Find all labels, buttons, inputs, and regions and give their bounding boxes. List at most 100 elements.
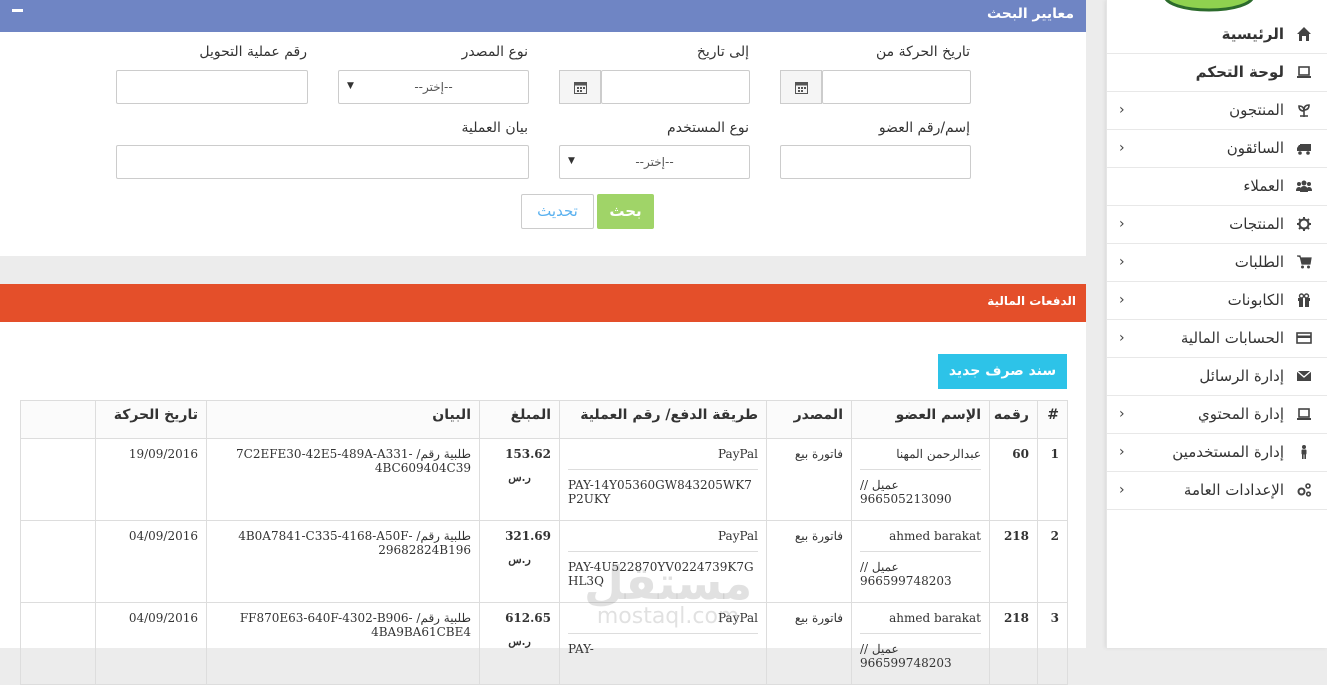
truck-icon [1297,144,1311,155]
sidebar-item-label: إدارة المحتوي [1198,405,1284,423]
col-header-payment-method[interactable]: طريقة الدفع/ رقم العملية [559,400,767,439]
refresh-button[interactable]: تحديث [521,194,594,229]
table-row[interactable]: 3 218 ahmed barakat عميل // 966599748203… [20,602,1068,685]
sidebar: الرئيسية لوحة التحكم المنتجون › السائقون… [1106,0,1327,648]
row-member: ahmed barakat عميل // 966599748203 [851,520,990,603]
sidebar-item-label: العملاء [1243,177,1284,195]
date-from-input[interactable] [822,70,971,104]
row-source: فاتورة بيع [766,438,852,521]
row-amount: 153.62 ر.س [479,438,560,521]
payments-table: # رقمه الإسم العضو المصدر طريقة الدفع/ ر… [20,400,1068,685]
sidebar-item-label: السائقون [1226,139,1284,157]
sidebar-item-label: الكابونات [1227,291,1284,309]
sidebar-item-label: إدارة الرسائل [1199,367,1284,385]
collapse-icon[interactable] [12,9,23,12]
member-name: عبدالرحمن المهنا [896,447,981,461]
sidebar-item-label: إدارة المستخدمين [1172,443,1284,461]
sidebar-item-messages[interactable]: إدارة الرسائل [1107,358,1327,396]
source-type-select[interactable]: --إختر-- ▼ [338,70,529,104]
credit-card-icon [1296,332,1312,344]
member-phone: عميل // 966599748203 [860,642,981,670]
sidebar-item-drivers[interactable]: السائقون › [1107,130,1327,168]
row-number: 60 [989,438,1038,521]
sidebar-item-label: المنتجون [1229,101,1284,119]
row-number: 218 [989,520,1038,603]
row-date: 04/09/2016 [95,520,207,603]
user-type-placeholder: --إختر-- [635,155,674,169]
row-index: 3 [1037,602,1068,685]
chevron-left-icon: › [1119,330,1125,346]
col-header-number[interactable]: رقمه [989,400,1038,439]
new-payment-voucher-button[interactable]: سند صرف جديد [938,354,1067,389]
row-amount: 612.65 ر.س [479,602,560,685]
row-date: 19/09/2016 [95,438,207,521]
member-input[interactable] [780,145,971,179]
row-actions [20,602,96,685]
row-index: 1 [1037,438,1068,521]
col-header-description[interactable]: البيان [206,400,480,439]
row-member: عبدالرحمن المهنا عميل // 966505213090 [851,438,990,521]
amount-value: 321.69 [505,529,551,543]
chevron-left-icon: › [1119,292,1125,308]
col-header-source[interactable]: المصدر [766,400,852,439]
payment-method: PayPal [718,529,758,543]
sidebar-item-producers[interactable]: المنتجون › [1107,92,1327,130]
member-phone-text: عميل // 966599748203 [860,642,952,670]
sidebar-item-settings[interactable]: الإعدادات العامة › [1107,472,1327,510]
payments-panel-title: الدفعات المالية [987,294,1076,308]
row-payment: PayPal PAY-14Y05360GW843205WK7P2UKY [559,438,767,521]
description-input[interactable] [116,145,529,179]
date-to-calendar-icon[interactable] [559,70,601,104]
label-date-to: إلى تاريخ [696,44,749,60]
row-description: طلبية رقم/ -7C2EFE30-42E5-489A-A331 4BC6… [206,438,480,521]
currency-icon: ر.س [508,471,531,484]
search-panel-header: معايير البحث [0,0,1086,32]
sidebar-item-customers[interactable]: العملاء [1107,168,1327,206]
member-name: ahmed barakat [889,611,981,625]
row-source: فاتورة بيع [766,520,852,603]
sidebar-item-coupons[interactable]: الكابونات › [1107,282,1327,320]
sidebar-item-label: الإعدادات العامة [1183,481,1284,499]
label-transfer-no: رقم عملية التحويل [199,44,307,60]
label-member: إسم/رقم العضو [878,120,970,136]
transfer-no-input[interactable] [116,70,308,104]
member-phone-text: عميل // 966505213090 [860,478,952,506]
sidebar-item-label: الطلبات [1234,253,1284,271]
member-phone: عميل // 966505213090 [860,478,981,506]
laptop-icon [1297,66,1311,78]
sidebar-item-home[interactable]: الرئيسية [1107,16,1327,54]
watermark: مستقل mostaql.com [584,560,752,628]
chevron-down-icon: ▼ [568,156,575,166]
chevron-down-icon: ▼ [347,81,354,91]
chevron-left-icon: › [1119,102,1125,118]
currency-icon: ر.س [508,553,531,566]
table-row[interactable]: 1 60 عبدالرحمن المهنا عميل // 9665052130… [20,438,1068,521]
label-source-type: نوع المصدر [461,44,528,60]
search-panel-title: معايير البحث [986,6,1074,22]
table-row[interactable]: 2 218 ahmed barakat عميل // 966599748203… [20,520,1068,603]
col-header-date[interactable]: تاريخ الحركة [95,400,207,439]
col-header-actions [20,400,96,439]
row-actions [20,438,96,521]
col-header-amount[interactable]: المبلغ [479,400,560,439]
user-type-select[interactable]: --إختر-- ▼ [559,145,750,179]
sidebar-item-orders[interactable]: الطلبات › [1107,244,1327,282]
col-header-member-name[interactable]: الإسم العضو [851,400,990,439]
sidebar-item-products[interactable]: المنتجات › [1107,206,1327,244]
col-header-index[interactable]: # [1037,400,1068,439]
row-description: طلبية رقم/ -4B0A7841-C335-4168-A50F 2968… [206,520,480,603]
chevron-left-icon: › [1119,254,1125,270]
leaf-icon [1298,104,1310,117]
search-button[interactable]: بحث [597,194,654,229]
chevron-left-icon: › [1119,444,1125,460]
sidebar-item-users[interactable]: إدارة المستخدمين › [1107,434,1327,472]
member-phone-text: عميل // 966599748203 [860,560,952,588]
row-member: ahmed barakat عميل // 966599748203 [851,602,990,685]
sidebar-item-content[interactable]: إدارة المحتوي › [1107,396,1327,434]
sidebar-item-label: لوحة التحكم [1195,63,1284,81]
date-from-calendar-icon[interactable] [780,70,822,104]
gear-icon [1297,217,1311,231]
date-to-input[interactable] [601,70,750,104]
sidebar-item-financial-accounts[interactable]: الحسابات المالية › [1107,320,1327,358]
sidebar-item-dashboard[interactable]: لوحة التحكم [1107,54,1327,92]
